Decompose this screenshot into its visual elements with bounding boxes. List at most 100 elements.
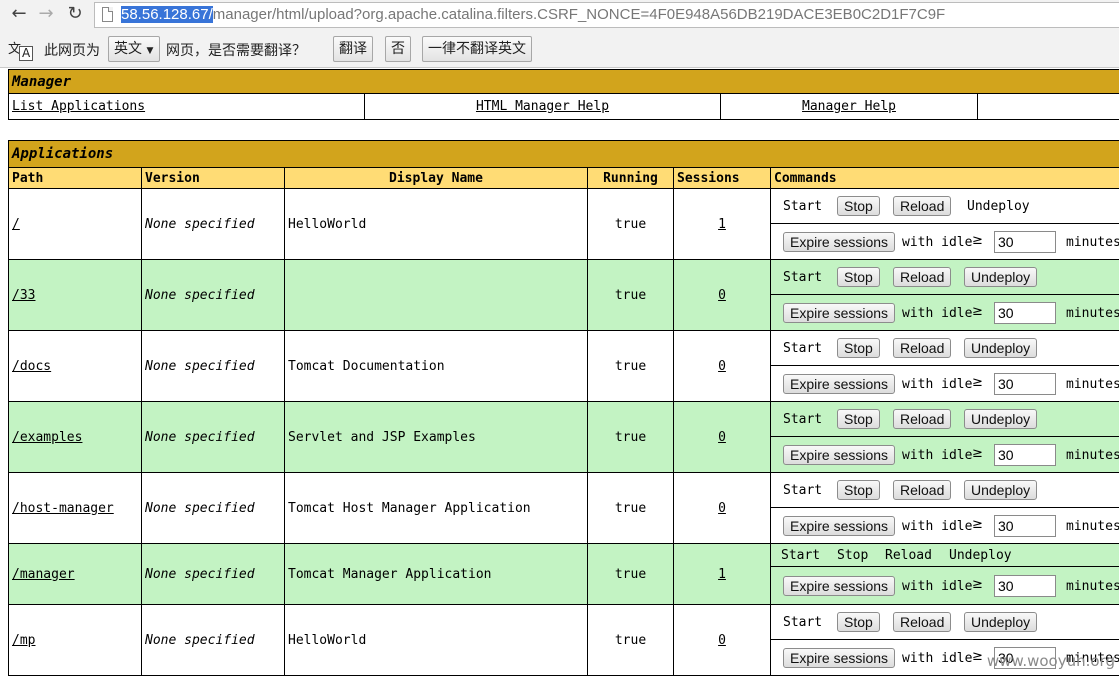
idle-minutes-input[interactable] (994, 444, 1056, 466)
running-cell: true (588, 605, 674, 676)
greater-equal-label: ≥ (972, 517, 983, 532)
undeploy-button[interactable]: Undeploy (964, 612, 1037, 632)
app-path-link[interactable]: /33 (12, 288, 35, 303)
sessions-link[interactable]: 0 (718, 288, 726, 303)
commands-cell: StartStopReloadUndeployExpire sessionswi… (771, 544, 1119, 605)
sessions-cell: 0 (674, 260, 771, 331)
reload-button[interactable]: Reload (893, 196, 951, 216)
back-arrow-icon[interactable]: ← (8, 3, 30, 25)
command-divider (771, 436, 1119, 437)
applications-table: Applications Path Version Display Name R… (8, 140, 1119, 676)
stop-button[interactable]: Stop (837, 612, 880, 632)
idle-minutes-input[interactable] (994, 515, 1056, 537)
running-cell: true (588, 331, 674, 402)
version-cell: None specified (142, 605, 285, 676)
running-cell: true (588, 189, 674, 260)
commands-cell: StartStopReloadUndeployExpire sessionswi… (771, 260, 1119, 331)
minutes-label: minutes (1066, 448, 1119, 463)
greater-equal-label: ≥ (972, 375, 983, 390)
expire-sessions-button[interactable]: Expire sessions (783, 303, 895, 323)
app-path-link[interactable]: /examples (12, 430, 82, 445)
idle-minutes-input[interactable] (994, 373, 1056, 395)
undeploy-button[interactable]: Undeploy (964, 338, 1037, 358)
with-idle-label: with idle (902, 651, 972, 666)
translate-button[interactable]: 翻译 (333, 36, 373, 62)
table-row: /examplesNone specifiedServlet and JSP E… (9, 402, 1119, 473)
commands-cell: StartStopReloadUndeployExpire sessionswi… (771, 331, 1119, 402)
no-translate-button[interactable]: 否 (385, 36, 411, 62)
app-path-link[interactable]: / (12, 217, 20, 232)
commands-cell: StartStopReloadUndeployExpire sessionswi… (771, 473, 1119, 544)
version-cell: None specified (142, 473, 285, 544)
command-divider (771, 507, 1119, 508)
sessions-cell: 0 (674, 605, 771, 676)
list-applications-link[interactable]: List Applications (12, 99, 145, 114)
greater-equal-label: ≥ (972, 577, 983, 592)
stop-button[interactable]: Stop (837, 409, 880, 429)
url-path: manager/html/upload?org.apache.catalina.… (213, 6, 945, 23)
manager-link-cell-empty (978, 94, 1119, 120)
reload-button[interactable]: Reload (893, 267, 951, 287)
translate-icon: 文A (8, 38, 34, 62)
language-select[interactable]: 英文 ▼ (108, 36, 160, 62)
expire-sessions-button[interactable]: Expire sessions (783, 445, 895, 465)
table-row: /mpNone specifiedHelloWorldtrue0StartSto… (9, 605, 1119, 676)
never-translate-button[interactable]: 一律不翻译英文 (422, 36, 532, 62)
expire-sessions-button[interactable]: Expire sessions (783, 576, 895, 596)
app-path-link[interactable]: /host-manager (12, 501, 114, 516)
stop-button[interactable]: Stop (837, 338, 880, 358)
with-idle-label: with idle (902, 448, 972, 463)
minutes-label: minutes (1066, 235, 1119, 250)
sessions-link[interactable]: 0 (718, 501, 726, 516)
sessions-link[interactable]: 0 (718, 633, 726, 648)
app-path-link[interactable]: /mp (12, 633, 35, 648)
url-text[interactable]: 58.56.128.67/manager/html/upload?org.apa… (121, 6, 945, 23)
address-bar[interactable]: 58.56.128.67/manager/html/upload?org.apa… (94, 2, 1119, 28)
manager-title: Manager (9, 70, 1119, 94)
translate-prompt-prefix: 此网页为 (44, 40, 100, 60)
stop-button[interactable]: Stop (837, 480, 880, 500)
greater-equal-label: ≥ (972, 233, 983, 248)
reload-button[interactable]: Reload (893, 612, 951, 632)
path-cell: /manager (9, 544, 142, 605)
expire-sessions-button[interactable]: Expire sessions (783, 516, 895, 536)
reload-button[interactable]: Reload (893, 480, 951, 500)
sessions-link[interactable]: 1 (718, 217, 726, 232)
sessions-link[interactable]: 0 (718, 359, 726, 374)
table-row: /host-manager None specifiedTomcat Host M… (9, 473, 1119, 544)
manager-help-link[interactable]: Manager Help (802, 99, 896, 114)
idle-minutes-input[interactable] (994, 231, 1056, 253)
table-row: /managerNone specifiedTomcat Manager App… (9, 544, 1119, 605)
running-cell: true (588, 473, 674, 544)
header-running: Running (588, 168, 674, 189)
header-version: Version (142, 168, 285, 189)
undeploy-button[interactable]: Undeploy (964, 480, 1037, 500)
header-path: Path (9, 168, 142, 189)
expire-sessions-button[interactable]: Expire sessions (783, 232, 895, 252)
app-path-link[interactable]: /docs (12, 359, 51, 374)
undeploy-button[interactable]: Undeploy (964, 267, 1037, 287)
reload-button[interactable]: Reload (893, 338, 951, 358)
expire-sessions-button[interactable]: Expire sessions (783, 648, 895, 668)
running-cell: true (588, 402, 674, 473)
html-manager-help-link[interactable]: HTML Manager Help (476, 99, 609, 114)
sessions-cell: 0 (674, 402, 771, 473)
idle-minutes-input[interactable] (994, 302, 1056, 324)
watermark: www.wooyun.org (987, 652, 1115, 670)
reload-button[interactable]: Reload (893, 409, 951, 429)
reload-icon[interactable]: ↻ (64, 3, 86, 25)
expire-sessions-button[interactable]: Expire sessions (783, 374, 895, 394)
start-label: Start (783, 615, 822, 630)
start-label: Start (783, 412, 822, 427)
forward-arrow-icon[interactable]: → (35, 3, 57, 25)
idle-minutes-input[interactable] (994, 575, 1056, 597)
undeploy-button[interactable]: Undeploy (964, 409, 1037, 429)
stop-button[interactable]: Stop (837, 267, 880, 287)
display-name-cell: Tomcat Host Manager Application (285, 473, 588, 544)
sessions-link[interactable]: 0 (718, 430, 726, 445)
stop-button[interactable]: Stop (837, 196, 880, 216)
sessions-link[interactable]: 1 (718, 567, 726, 582)
header-display-name: Display Name (285, 168, 588, 189)
undeploy-label: Undeploy (949, 548, 1012, 563)
app-path-link[interactable]: /manager (12, 567, 75, 582)
